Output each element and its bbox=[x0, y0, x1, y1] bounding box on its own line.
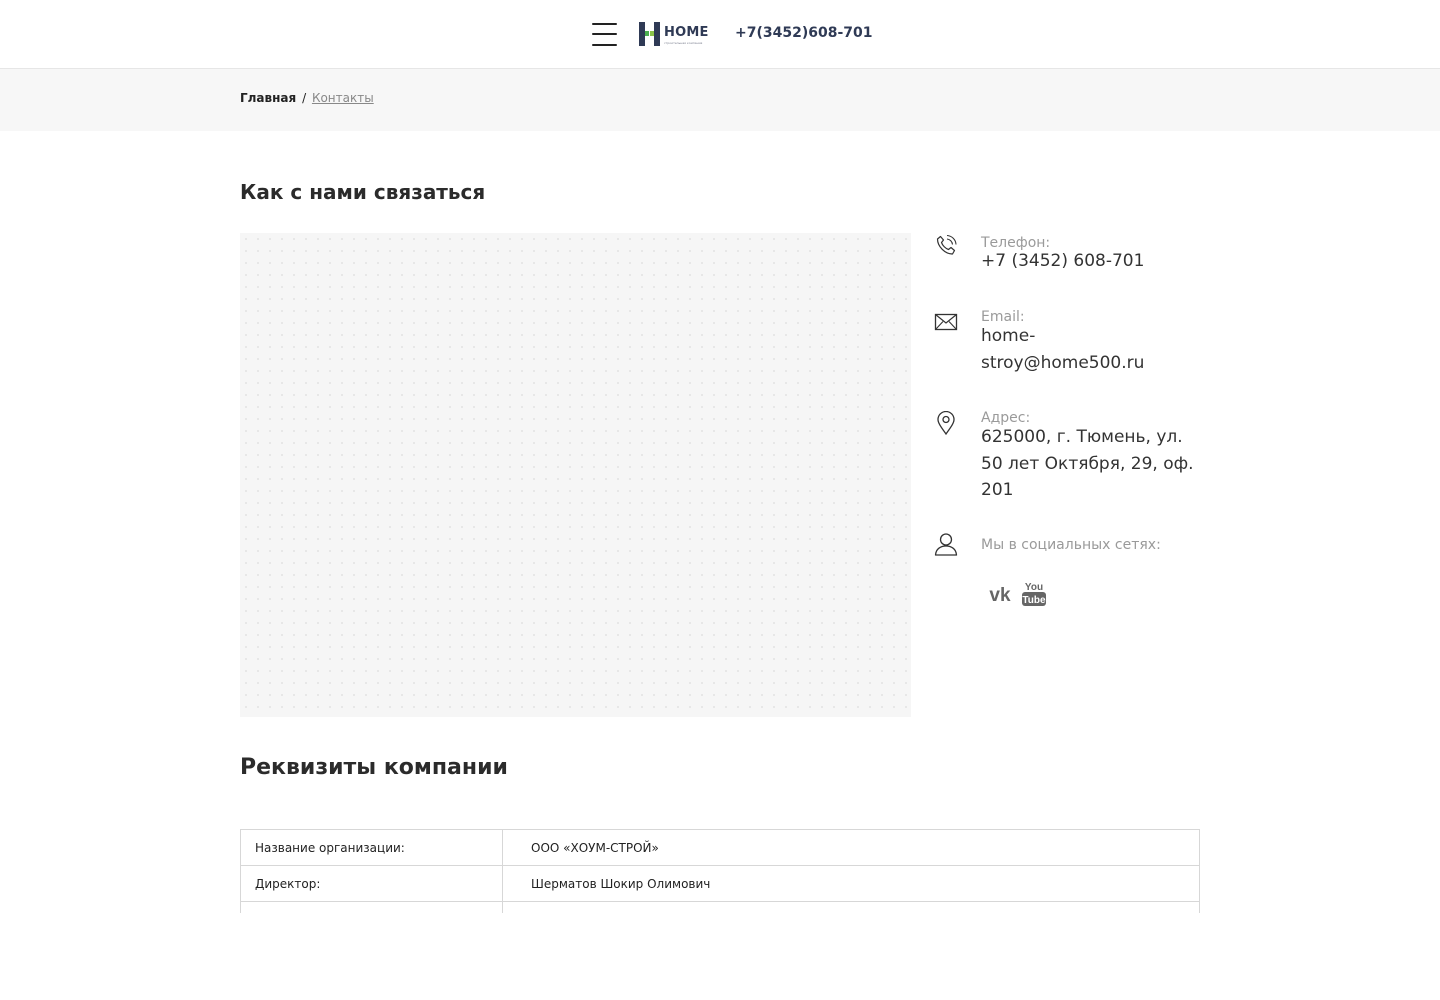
contact-section-title: Как с нами связаться bbox=[240, 180, 486, 204]
requisites-table-wrapper: Название организации: ООО «ХОУМ-СТРОЙ» Д… bbox=[240, 829, 1200, 913]
requisite-value bbox=[502, 901, 1200, 913]
youtube-icon[interactable]: You Tube bbox=[1020, 578, 1048, 610]
requisites-title: Реквизиты компании bbox=[240, 755, 508, 780]
user-icon bbox=[934, 533, 958, 556]
requisite-key: Директор: bbox=[240, 865, 503, 902]
requisite-key: Название организации: bbox=[240, 829, 503, 866]
vk-icon-text: vk bbox=[989, 585, 1011, 606]
requisites-table: Название организации: ООО «ХОУМ-СТРОЙ» Д… bbox=[240, 829, 1200, 913]
requisite-value: Шерматов Шокир Олимович bbox=[502, 865, 1200, 902]
phone-value[interactable]: +7 (3452) 608-701 bbox=[981, 248, 1200, 275]
address-value: 625000, г. Тюмень, ул. 50 лет Октября, 2… bbox=[981, 427, 1194, 500]
email-value[interactable]: home- stroy@home500.ru bbox=[981, 323, 1200, 376]
breadcrumb-current: Контакты bbox=[311, 91, 374, 105]
breadcrumb-bar: Главная / Контакты bbox=[0, 69, 1440, 131]
vk-icon[interactable]: vk bbox=[984, 578, 1016, 610]
logo-mark-icon bbox=[639, 22, 660, 46]
youtube-icon-text-bottom: Tube bbox=[1022, 595, 1046, 606]
site-header: HOME строительная компания +7(3452)608-7… bbox=[0, 0, 1440, 69]
logo-subtitle: строительная компания bbox=[664, 41, 703, 45]
requisite-key bbox=[240, 901, 503, 913]
breadcrumb: Главная / Контакты bbox=[240, 91, 374, 105]
breadcrumb-separator: / bbox=[302, 91, 307, 105]
header-phone-link[interactable]: +7(3452)608-701 bbox=[735, 25, 873, 41]
table-row: Директор: Шерматов Шокир Олимович bbox=[240, 865, 1200, 902]
envelope-icon bbox=[934, 313, 958, 331]
youtube-icon-text-top: You bbox=[1025, 582, 1043, 593]
social-label: Мы в социальных сетях: bbox=[981, 537, 1161, 553]
requisite-value: ООО «ХОУМ-СТРОЙ» bbox=[502, 829, 1200, 866]
site-logo[interactable]: HOME строительная компания bbox=[638, 21, 709, 47]
table-row: Название организации: ООО «ХОУМ-СТРОЙ» bbox=[240, 829, 1200, 866]
map-area[interactable] bbox=[240, 233, 911, 717]
menu-icon[interactable] bbox=[592, 21, 617, 47]
location-pin-icon bbox=[937, 411, 955, 435]
table-row bbox=[240, 901, 1200, 913]
phone-icon bbox=[936, 234, 957, 255]
breadcrumb-home-link[interactable]: Главная bbox=[240, 91, 296, 105]
logo-text: HOME bbox=[664, 25, 709, 40]
